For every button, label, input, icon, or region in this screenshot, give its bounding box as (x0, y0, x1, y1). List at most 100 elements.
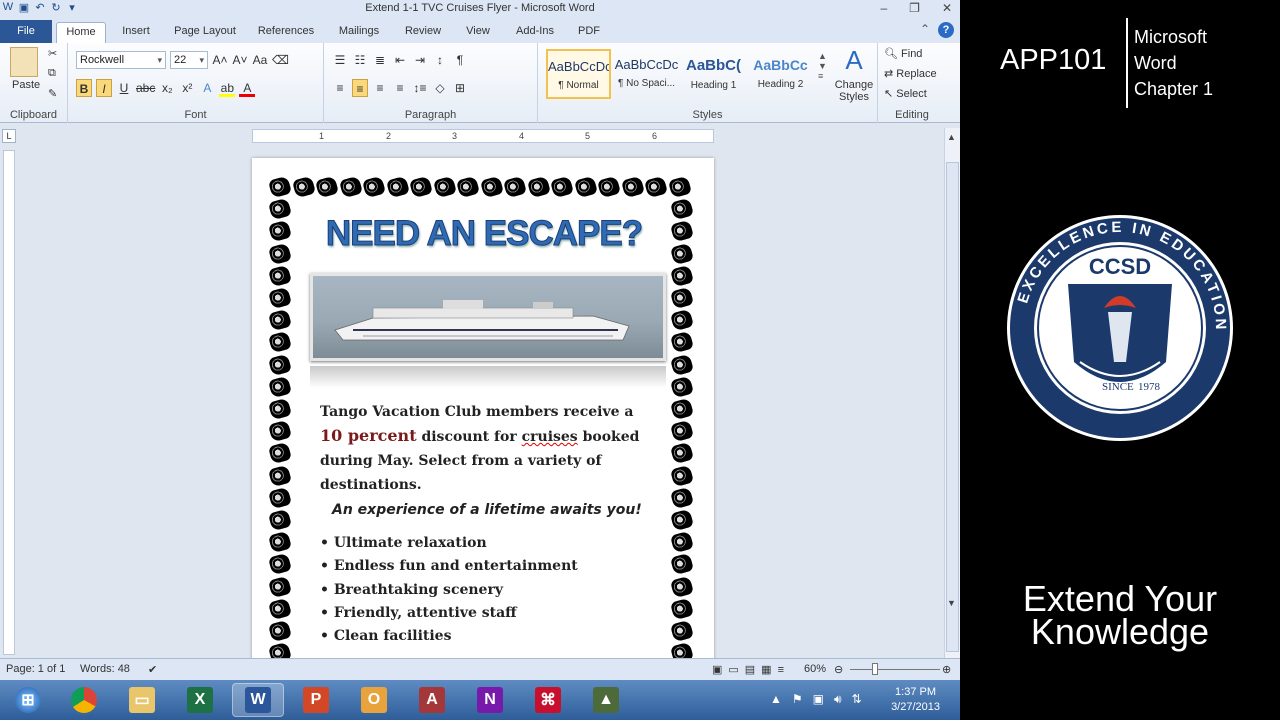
zoom-in-icon[interactable]: ⊕ (942, 663, 951, 676)
network-icon[interactable]: ⇅ (852, 692, 862, 707)
style-heading-1[interactable]: AaBbC( Heading 1 (681, 49, 746, 99)
paste-icon[interactable] (10, 47, 38, 77)
font-name-combo[interactable]: Rockwell (76, 51, 166, 69)
select-button[interactable]: ↖ Select (884, 87, 927, 100)
help-icon[interactable]: ? (938, 22, 954, 38)
text-effects-icon[interactable]: A (199, 79, 215, 97)
spelling-flagged-word[interactable]: cruises (522, 429, 578, 445)
underline-button[interactable]: U (116, 79, 132, 97)
vertical-scrollbar[interactable]: ▲ ▼ (944, 128, 960, 658)
scroll-thumb[interactable] (946, 162, 959, 652)
close-icon[interactable]: ✕ (942, 1, 952, 15)
zoom-out-icon[interactable]: ⊖ (834, 663, 843, 676)
flyer-headline[interactable]: NEED AN ESCAPE? (304, 214, 664, 254)
superscript-button[interactable]: x² (179, 79, 195, 97)
cruise-ship-photo[interactable] (310, 273, 666, 361)
device-icon[interactable]: ▣ (813, 692, 824, 707)
tab-insert[interactable]: Insert (112, 22, 160, 43)
scroll-up-icon[interactable]: ▲ (947, 132, 956, 142)
tab-review[interactable]: Review (396, 22, 450, 43)
shrink-font-icon[interactable]: A˅ (232, 51, 248, 69)
decrease-indent-icon[interactable]: ⇤ (392, 51, 408, 69)
show-marks-icon[interactable]: ¶ (452, 51, 468, 69)
word-count[interactable]: Words: 48 (80, 663, 130, 675)
tab-references[interactable]: References (250, 22, 322, 43)
zoom-slider[interactable] (850, 669, 940, 670)
tab-selector[interactable]: L (2, 129, 16, 143)
clear-formatting-icon[interactable]: ⌫ (272, 51, 289, 69)
font-size-combo[interactable]: 22 (170, 51, 208, 69)
minimize-icon[interactable]: – (880, 1, 887, 15)
italic-button[interactable]: I (96, 79, 112, 97)
subscript-button[interactable]: x₂ (159, 79, 175, 97)
format-painter-icon[interactable]: ✎ (48, 87, 57, 100)
excel-taskbar-icon[interactable]: X (174, 683, 226, 717)
style-normal[interactable]: AaBbCcDc ¶ Normal (546, 49, 611, 99)
font-color-icon[interactable]: A (239, 79, 256, 97)
collapse-ribbon-icon[interactable]: ⌃ (920, 22, 930, 38)
change-styles-button[interactable]: Change Styles (832, 79, 876, 103)
tab-mailings[interactable]: Mailings (330, 22, 388, 43)
find-button[interactable]: 🔍︎ Find (884, 47, 922, 60)
tab-view[interactable]: View (456, 22, 500, 43)
restore-icon[interactable]: ❐ (909, 1, 920, 15)
outlook-taskbar-icon[interactable]: O (348, 683, 400, 717)
change-styles-icon[interactable]: A (832, 45, 876, 76)
copy-icon[interactable]: ⧉ (48, 67, 56, 80)
flag-icon[interactable]: ⚑ (792, 692, 803, 707)
clock[interactable]: 1:37 PM 3/27/2013 (891, 685, 940, 715)
zoom-thumb[interactable] (872, 663, 878, 675)
styles-scroll-icon[interactable]: ▲ ▼ ≡ (818, 51, 827, 81)
align-right-icon[interactable]: ≡ (372, 79, 388, 97)
explorer-taskbar-icon[interactable]: ▭ (116, 683, 168, 717)
app-taskbar-icon[interactable]: ▲ (580, 683, 632, 717)
vertical-ruler[interactable] (3, 150, 15, 655)
body-paragraph[interactable]: Tango Vacation Club members receive a 10… (320, 400, 658, 497)
view-buttons[interactable]: ▣▭▤▦≡ (712, 663, 790, 676)
increase-indent-icon[interactable]: ⇥ (412, 51, 428, 69)
page-count[interactable]: Page: 1 of 1 (6, 663, 65, 675)
chrome-taskbar-icon[interactable] (58, 683, 110, 717)
numbering-icon[interactable]: ☷ (352, 51, 368, 69)
tagline[interactable]: An experience of a lifetime awaits you! (332, 502, 662, 518)
tab-file[interactable]: File (0, 20, 52, 43)
bold-button[interactable]: B (76, 79, 92, 97)
start-button[interactable]: ⊞ (2, 683, 54, 717)
tab-home[interactable]: Home (56, 22, 106, 43)
align-left-icon[interactable]: ≡ (332, 79, 348, 97)
highlight-icon[interactable]: ab (219, 79, 236, 97)
scroll-down-icon[interactable]: ▼ (947, 598, 956, 608)
powerpoint-taskbar-icon[interactable]: P (290, 683, 342, 717)
list-item: Endless fun and entertainment (320, 555, 650, 578)
style-no-spacing[interactable]: AaBbCcDc ¶ No Spaci... (614, 49, 679, 99)
strikethrough-button[interactable]: abc (136, 79, 155, 97)
grow-font-icon[interactable]: A˄ (212, 51, 228, 69)
tab-add-ins[interactable]: Add-Ins (508, 22, 562, 43)
justify-icon[interactable]: ≡ (392, 79, 408, 97)
word-taskbar-icon[interactable]: W (232, 683, 284, 717)
document-page[interactable]: NEED AN ESCAPE? Tango Vacation Club memb… (252, 158, 714, 680)
acrobat-taskbar-icon[interactable]: ⌘ (522, 683, 574, 717)
horizontal-ruler[interactable]: 1 2 3 4 5 6 (252, 129, 714, 143)
zoom-level[interactable]: 60% (804, 663, 826, 675)
align-center-icon[interactable]: ≡ (352, 79, 368, 97)
multilevel-list-icon[interactable]: ≣ (372, 51, 388, 69)
bullets-icon[interactable]: ☰ (332, 51, 348, 69)
change-case-icon[interactable]: Aa (252, 51, 268, 69)
access-taskbar-icon[interactable]: A (406, 683, 458, 717)
shading-icon[interactable]: ◇ (432, 79, 448, 97)
tray-expand-icon[interactable]: ▲ (770, 692, 782, 707)
onenote-taskbar-icon[interactable]: N (464, 683, 516, 717)
tab-pdf[interactable]: PDF (570, 22, 608, 43)
style-heading-2[interactable]: AaBbCc Heading 2 (748, 49, 813, 99)
bullet-list[interactable]: Ultimate relaxation Endless fun and ente… (320, 532, 650, 648)
line-spacing-icon[interactable]: ↕≡ (412, 79, 428, 97)
cut-icon[interactable]: ✂ (48, 47, 57, 60)
tab-page-layout[interactable]: Page Layout (168, 22, 242, 43)
replace-button[interactable]: ⇄ Replace (884, 67, 937, 80)
volume-icon[interactable]: 🔊︎ (834, 692, 842, 707)
proofing-icon[interactable]: ✔ (148, 663, 157, 676)
sort-icon[interactable]: ↕ (432, 51, 448, 69)
paste-button[interactable]: Paste (12, 79, 40, 91)
borders-icon[interactable]: ⊞ (452, 79, 468, 97)
